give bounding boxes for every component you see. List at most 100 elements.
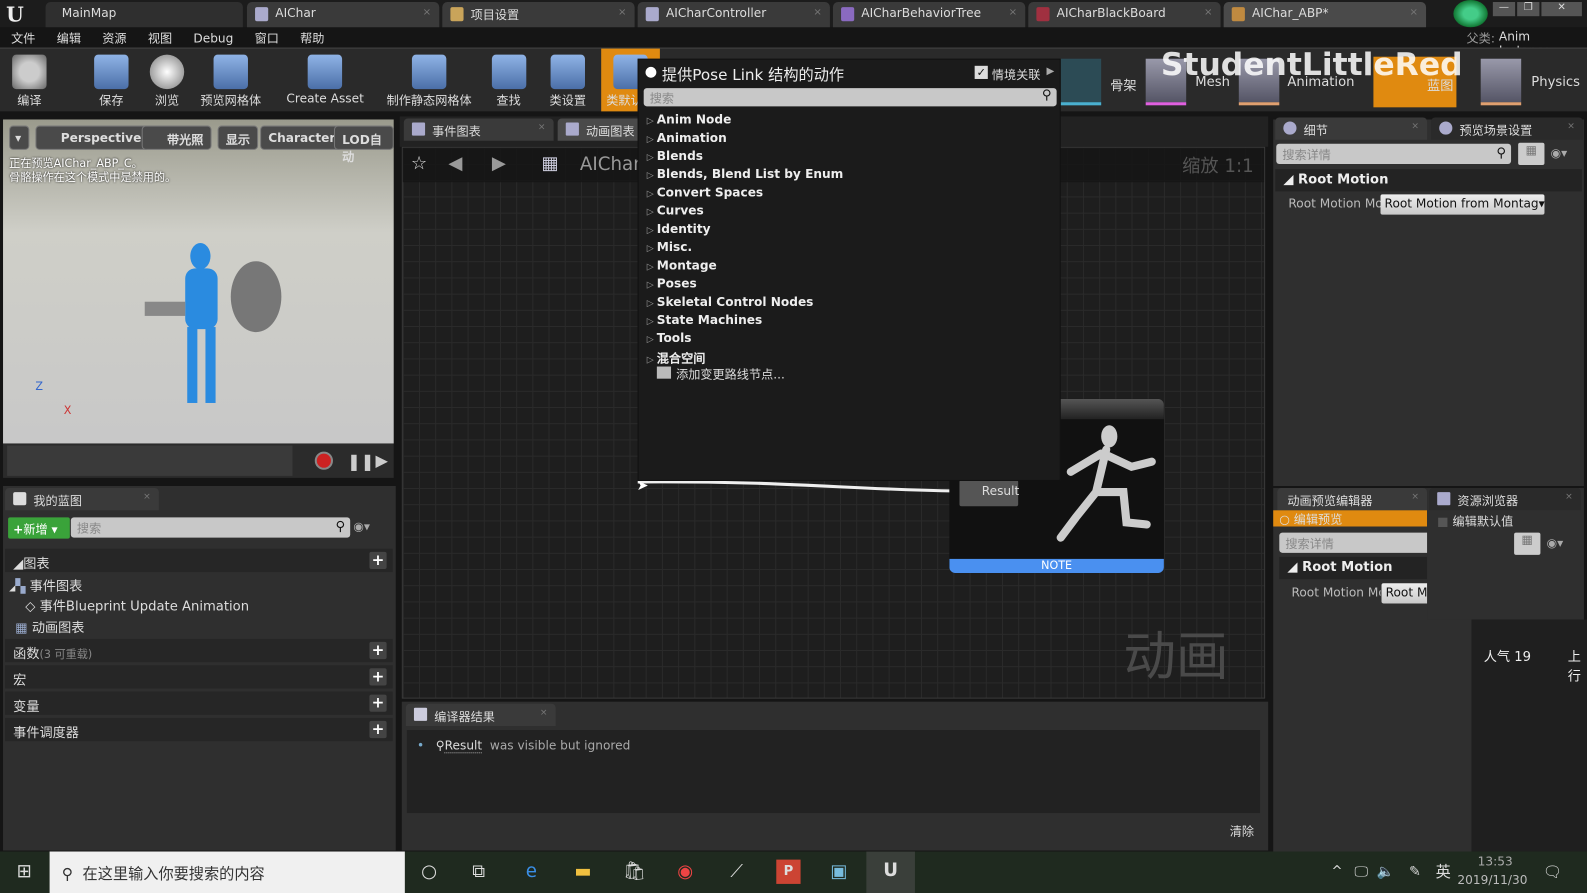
visibility-eye-icon[interactable]: ◉▾ <box>1546 536 1563 550</box>
forward-arrow-icon[interactable]: ▶ <box>492 153 506 174</box>
add-new-button[interactable]: +新增 ▾ <box>8 517 70 539</box>
maximize-button[interactable]: ❐ <box>1517 2 1540 17</box>
volume-icon[interactable]: 🔈 <box>1373 860 1397 884</box>
add-dispatcher-button[interactable]: + <box>369 720 387 739</box>
task-view-icon[interactable]: ⧉ <box>467 860 491 884</box>
action-category-item[interactable]: ▷ Skeletal Control Nodes <box>647 295 814 309</box>
add-variable-button[interactable]: + <box>369 694 387 712</box>
tab-asset-browser[interactable]: 资源浏览器 × <box>1429 488 1581 511</box>
notification-icon[interactable]: 🗨 <box>1540 860 1564 884</box>
blueprint-search-input[interactable]: 搜索 ⚲ <box>70 517 351 538</box>
anim-graph-item[interactable]: ▦ 动画图表 <box>15 617 84 636</box>
graphs-section[interactable]: ◢图表 + <box>5 548 393 573</box>
pause-button[interactable]: ❚❚ <box>347 452 374 471</box>
preview-mesh-button[interactable]: 预览网格体 <box>195 49 266 112</box>
save-button[interactable]: 保存 <box>86 49 137 112</box>
timeline-track[interactable] <box>7 445 293 476</box>
minimize-button[interactable]: — <box>1492 2 1516 17</box>
powerpoint-icon[interactable]: P <box>776 859 801 884</box>
tab-mainmap[interactable]: MainMap <box>45 2 243 28</box>
close-icon[interactable]: × <box>1567 122 1575 132</box>
source-control-icon[interactable] <box>1453 0 1488 28</box>
context-sensitive-checkbox[interactable]: ✓ <box>974 65 988 79</box>
close-icon[interactable]: × <box>1411 492 1419 502</box>
visibility-eye-icon[interactable]: ◉▾ <box>353 519 370 533</box>
add-function-button[interactable]: + <box>369 641 387 660</box>
character-button[interactable]: Character <box>260 125 344 150</box>
add-graph-button[interactable]: + <box>369 551 387 570</box>
file-explorer-icon[interactable]: ▬ <box>571 860 595 884</box>
chart-app-icon[interactable]: ⟋ <box>725 860 749 884</box>
create-asset-button[interactable]: Create Asset <box>286 49 364 112</box>
add-reroute-node-item[interactable]: 添加变更路线节点... <box>656 366 785 383</box>
browse-button[interactable]: 浏览 <box>142 49 193 112</box>
chrome-icon[interactable]: ◉ <box>673 860 697 884</box>
favorite-star-icon[interactable]: ☆ <box>411 153 427 174</box>
macros-section[interactable]: 宏 + <box>5 665 393 689</box>
action-category-item[interactable]: ▷ Poses <box>647 276 697 290</box>
pen-icon[interactable]: ✎ <box>1403 860 1427 884</box>
tab-aichar[interactable]: AIChar × <box>246 2 440 28</box>
property-matrix-button[interactable]: ▦ <box>1518 142 1545 166</box>
close-icon[interactable]: × <box>143 492 151 502</box>
tab-my-blueprint[interactable]: 我的蓝图 × <box>5 488 159 511</box>
close-icon[interactable]: × <box>538 123 546 133</box>
expand-arrow-icon[interactable]: ▶ <box>1047 66 1055 77</box>
result-link[interactable]: Result <box>444 738 483 754</box>
class-settings-button[interactable]: 类设置 <box>541 49 594 112</box>
edge-icon[interactable]: e <box>519 860 543 884</box>
action-category-item[interactable]: ▷ Animation <box>647 131 727 145</box>
make-static-mesh-button[interactable]: 制作静态网格体 <box>385 49 474 112</box>
step-forward-button[interactable]: ▶ <box>375 451 387 470</box>
mode-skeleton[interactable]: 骨架 <box>1110 75 1136 94</box>
tab-preview-scene-settings[interactable]: 预览场景设置 × <box>1431 117 1583 140</box>
details-search-input[interactable]: 搜索详情 ⚲ <box>1276 143 1512 165</box>
tab-project-settings[interactable]: 项目设置 × <box>442 2 635 28</box>
unreal-logo[interactable]: U <box>6 2 24 26</box>
record-button[interactable] <box>314 451 333 470</box>
physics-mode-thumb[interactable] <box>1480 58 1522 106</box>
close-icon[interactable]: × <box>540 708 548 718</box>
close-icon[interactable]: × <box>813 7 821 18</box>
lod-button[interactable]: LOD自动 <box>333 125 394 164</box>
ime-indicator[interactable]: 英 <box>1431 860 1455 884</box>
variables-section[interactable]: 变量 + <box>5 691 393 715</box>
action-category-item[interactable]: ▷ Identity <box>647 222 711 236</box>
tab-anim-graph[interactable]: 动画图表 <box>557 118 649 141</box>
close-icon[interactable]: × <box>618 7 626 18</box>
compile-button[interactable]: 编译 <box>4 49 55 112</box>
lit-button[interactable]: 带光照 <box>141 125 212 150</box>
clear-button[interactable]: 清除 <box>1230 822 1254 839</box>
event-update-animation-item[interactable]: ◇ 事件Blueprint Update Animation <box>25 595 249 614</box>
tab-aichar-abp[interactable]: AIChar_ABP* × <box>1223 2 1427 28</box>
menu-help[interactable]: 帮助 <box>289 27 335 46</box>
back-arrow-icon[interactable]: ◀ <box>448 153 462 174</box>
close-icon[interactable]: × <box>1009 7 1017 18</box>
root-motion-mode-dropdown[interactable]: Root Motion from Montag▾ <box>1380 194 1545 215</box>
root-motion-section[interactable]: ◢ Root Motion <box>1275 169 1582 192</box>
perspective-button[interactable]: Perspective <box>35 125 150 150</box>
action-category-item[interactable]: ▷ Blends <box>647 149 703 163</box>
windows-start-icon[interactable]: ⊞ <box>12 860 36 884</box>
show-button[interactable]: 显示 <box>217 125 259 150</box>
functions-section[interactable]: 函数(3 可重载) + <box>5 638 393 663</box>
find-button[interactable]: 查找 <box>486 49 532 112</box>
tab-behavior-tree[interactable]: AICharBehaviorTree × <box>832 2 1026 28</box>
action-category-item[interactable]: ▷ Curves <box>647 204 704 218</box>
network-icon[interactable]: 🖵 <box>1349 860 1373 884</box>
cortana-icon[interactable]: ○ <box>417 860 441 884</box>
clock-time[interactable]: 13:53 <box>1478 855 1513 869</box>
visibility-eye-icon[interactable]: ◉▾ <box>1551 146 1568 160</box>
tab-blackboard[interactable]: AICharBlackBoard × <box>1028 2 1221 28</box>
store-icon[interactable]: 🛍 <box>622 860 646 884</box>
dispatchers-section[interactable]: 事件调度器 + <box>5 717 393 742</box>
menu-window[interactable]: 窗口 <box>243 27 289 46</box>
unreal-taskbar-icon[interactable]: U <box>866 851 915 893</box>
paint-icon[interactable]: ▣ <box>827 860 851 884</box>
menu-file[interactable]: 文件 <box>0 27 46 46</box>
preview-viewport[interactable]: ▾ Perspective 带光照 显示 Character LOD自动 正在预… <box>3 119 394 444</box>
menu-debug[interactable]: Debug <box>182 29 243 45</box>
viewport-options-button[interactable]: ▾ <box>9 125 30 150</box>
add-macro-button[interactable]: + <box>369 668 387 686</box>
close-icon[interactable]: × <box>1565 492 1573 502</box>
